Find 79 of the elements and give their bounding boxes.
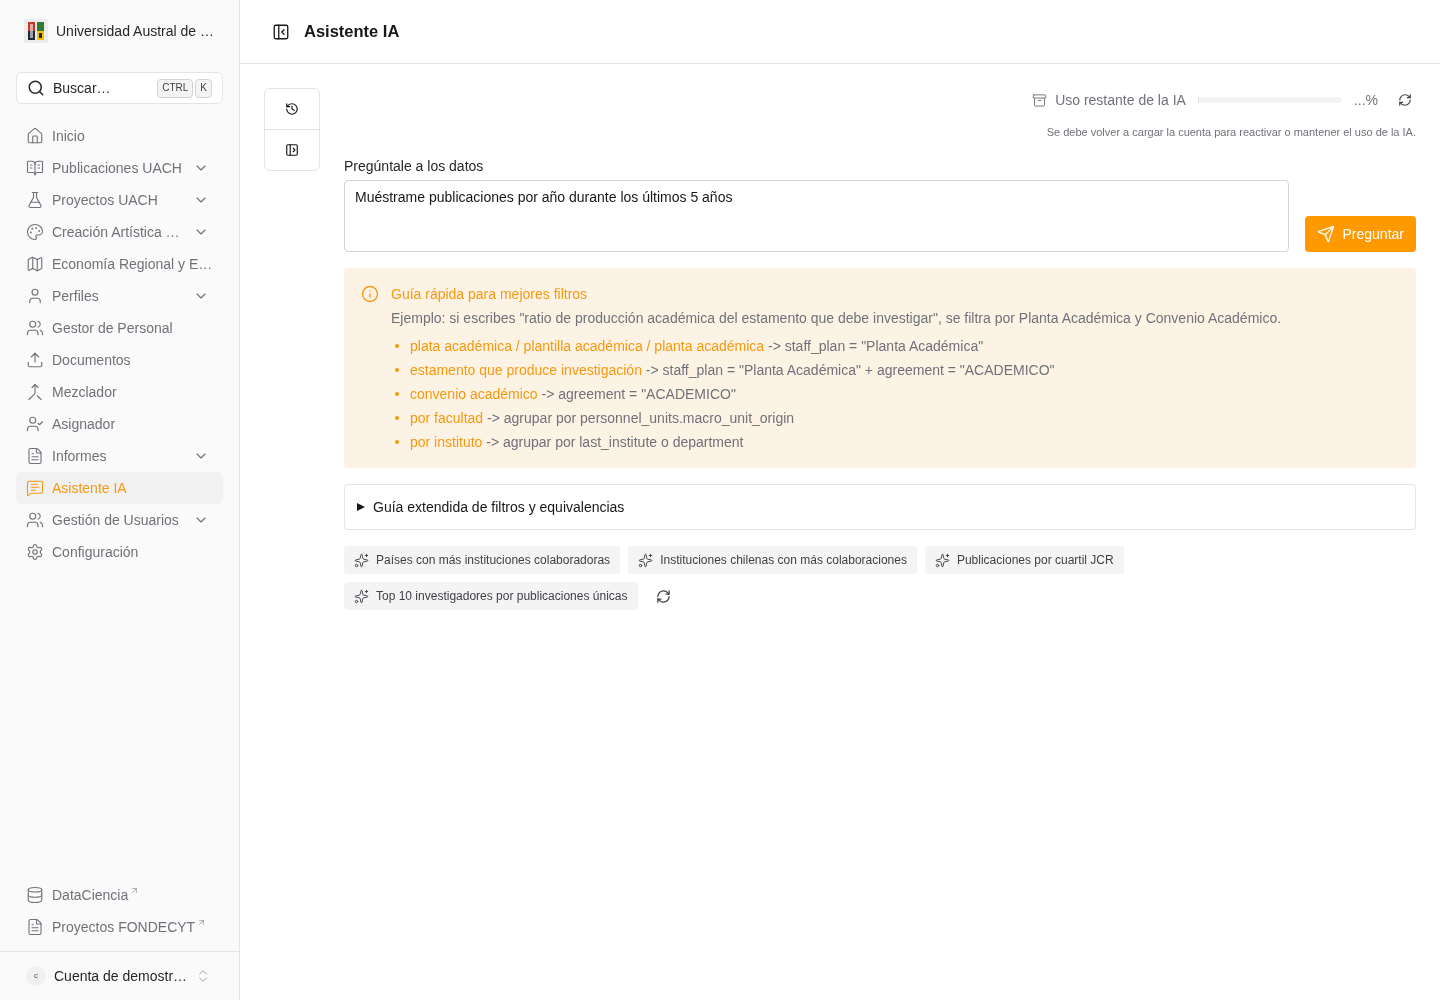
extended-guide-toggle[interactable]: Guía extendida de filtros y equivalencias	[344, 484, 1416, 530]
usage-label: Uso restante de la IA	[1055, 90, 1186, 110]
nav-item[interactable]: Gestión de Usuarios	[16, 504, 223, 536]
bullet-icon	[395, 392, 399, 396]
nav-item[interactable]: Configuración	[16, 536, 223, 568]
arrow-up-right-icon	[197, 917, 207, 927]
merge-icon	[26, 383, 44, 401]
quick-guide-title: Guía rápida para mejores filtros	[391, 285, 588, 304]
user-icon	[26, 287, 44, 305]
usage-note: Se debe volver a cargar la cuenta para reactivar o mantener el uso de la IA.	[1046, 125, 1416, 140]
question-field[interactable]: Muéstrame publicaciones por año durante los últimos 5 años	[344, 180, 1289, 252]
suggestion-chip[interactable]: Países con más instituciones colaboradoras	[344, 546, 621, 574]
open-book-icon	[26, 159, 44, 177]
refresh-icon	[655, 588, 671, 604]
suggestion-chip[interactable]: Instituciones chilenas con más colaboraciones	[628, 546, 917, 574]
users-icon	[26, 319, 44, 337]
account-avatar: c	[26, 966, 46, 986]
page-title: Asistente IA	[304, 21, 400, 43]
gear-icon	[26, 543, 44, 561]
nav-item[interactable]: Inicio	[16, 120, 223, 152]
house-icon	[26, 127, 44, 145]
nav-item[interactable]: Publicaciones UACH	[16, 152, 223, 184]
sparkles-icon	[934, 552, 950, 568]
triangle-right-icon	[357, 503, 365, 511]
question-label: Pregúntale a los datos	[344, 157, 484, 176]
bullet-icon	[395, 416, 399, 420]
nav-item[interactable]: Asignador	[16, 408, 223, 440]
usage-reading: ...%	[1353, 90, 1378, 110]
map-icon	[26, 255, 44, 273]
guide-rule: convenio académico -> agreement = "ACADEMICO"	[410, 385, 736, 404]
sparkles-icon	[354, 552, 369, 568]
bullet-icon	[395, 368, 399, 372]
user-check-icon	[26, 415, 44, 433]
arrow-up-right-icon	[130, 885, 140, 895]
archive-icon	[1032, 92, 1048, 108]
nav-item[interactable]: Documentos	[16, 344, 223, 376]
shortcut-key: K	[195, 78, 212, 98]
external-link[interactable]: DataCiencia	[16, 879, 223, 911]
guide-rule: plata académica / plantilla académica / planta académica -> staff_plan = "Planta Académica"	[410, 337, 984, 356]
nav-item[interactable]: Creación Artística …	[16, 216, 223, 248]
database-icon	[26, 886, 44, 904]
panel-collapse-icon	[272, 22, 290, 41]
quick-guide-example: Ejemplo: si escribes "ratio de producción académica del estamento que debe investigar", se filtra por Planta Académica y Convenio Académico.	[391, 309, 1282, 328]
refresh-usage-button[interactable]	[1398, 93, 1412, 107]
shortcut-key: CTRL	[157, 78, 194, 98]
organization-name: Universidad Austral de …	[56, 21, 214, 41]
nav-item[interactable]: Perfiles	[16, 280, 223, 312]
suggestion-chip[interactable]: Publicaciones por cuartil JCR	[924, 546, 1124, 574]
search-button[interactable]: Buscar… CTRL K	[16, 72, 223, 104]
document-icon	[26, 447, 44, 465]
document-icon	[26, 918, 44, 936]
university-logo	[24, 19, 48, 43]
sparkles-icon	[354, 588, 369, 604]
refresh-icon	[1398, 93, 1412, 107]
send-icon	[1316, 225, 1335, 243]
guide-rule: por instituto -> agrupar por last_institute o department	[410, 433, 744, 452]
guide-rule: por facultad -> agrupar por personnel_units.macro_unit_origin	[410, 409, 795, 428]
history-icon	[285, 102, 299, 116]
nav-item[interactable]: Proyectos UACH	[16, 184, 223, 216]
info-icon	[361, 285, 379, 303]
nav-item[interactable]: Economía Regional y E…	[16, 248, 223, 280]
palette-icon	[26, 223, 44, 241]
sidebar-toggle-button[interactable]	[272, 22, 290, 41]
flask-icon	[26, 191, 44, 209]
search-icon	[27, 79, 45, 97]
nav-item[interactable]: Mezclador	[16, 376, 223, 408]
suggestion-chip[interactable]: Top 10 investigadores por publicaciones únicas	[344, 582, 638, 610]
external-link[interactable]: Proyectos FONDECYT	[16, 911, 223, 943]
message-icon	[26, 479, 44, 497]
panel-expand-icon	[285, 143, 299, 157]
users-icon	[26, 511, 44, 529]
guide-rule: estamento que produce investigación -> staff_plan = "Planta Académica" + agreement = "ACADEMICO"	[410, 361, 1055, 380]
bullet-icon	[395, 440, 399, 444]
nav-item[interactable]: Gestor de Personal	[16, 312, 223, 344]
upload-icon	[26, 351, 44, 369]
account-switcher[interactable]: c Cuenta de demostr…	[16, 952, 223, 1000]
nav-item[interactable]: Informes	[16, 440, 223, 472]
bullet-icon	[395, 344, 399, 348]
sparkles-icon	[638, 552, 654, 568]
